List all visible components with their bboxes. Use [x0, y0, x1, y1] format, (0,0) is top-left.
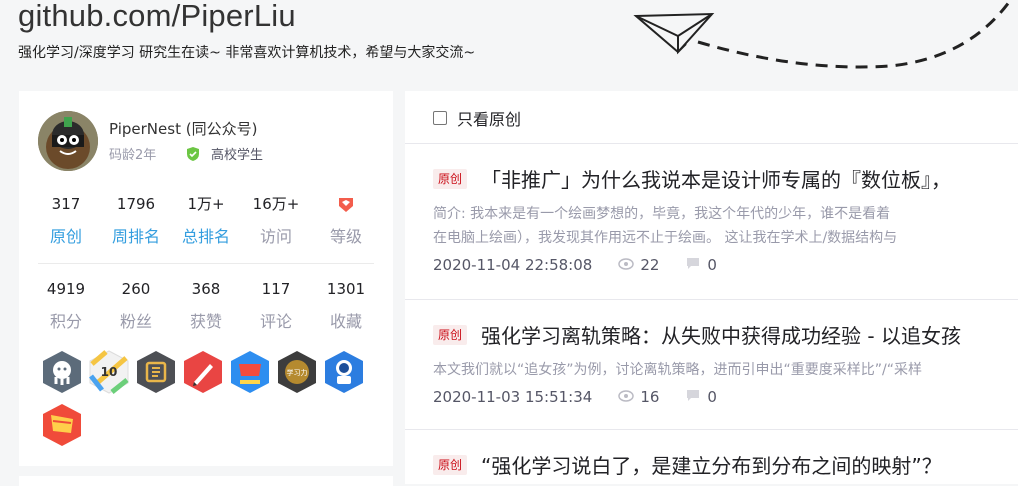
original-only-label[interactable]: 只看原创 [457, 106, 521, 130]
comment-count: 0 [707, 388, 717, 406]
stat-value: 1万+ [187, 195, 225, 213]
stat-likes: 368 获赞 [171, 278, 241, 332]
pen-badge-icon[interactable] [182, 350, 224, 394]
stat-value: 260 [121, 280, 151, 298]
stat-total-rank[interactable]: 1万+ 总排名 [171, 193, 241, 247]
stat-value: 1301 [326, 280, 366, 298]
stat-value: 117 [261, 280, 291, 298]
article-meta: 2020-11-04 22:58:08 22 0 [433, 256, 1018, 274]
view-count: 16 [640, 388, 660, 406]
stat-label: 粉丝 [119, 312, 152, 331]
eye-icon [618, 388, 635, 406]
stat-fans[interactable]: 260 粉丝 [101, 278, 171, 332]
stat-value: 4919 [46, 280, 86, 298]
verification-label: 高校学生 [211, 148, 264, 163]
site-description: 强化学习/深度学习 研究生在读~ 非常喜欢计算机技术，希望与大家交流~ [18, 45, 476, 61]
summary-line: 在电脑上绘画），我发现其作用远不止于绘画。 这让我在学术上/数据结构与 [433, 230, 898, 246]
stat-label: 积分 [49, 312, 82, 331]
avatar[interactable] [38, 111, 98, 171]
github-badge-icon[interactable] [41, 350, 83, 394]
stat-value: 16万+ [252, 195, 300, 213]
paper-plane-icon [633, 0, 1013, 69]
ranking-badge-icon[interactable] [229, 350, 271, 394]
blog-banner: github.com/PiperLiu 强化学习/深度学习 研究生在读~ 非常喜… [0, 0, 1018, 90]
article-title-row[interactable]: 原创 强化学习离轨策略：从失败中获得成功经验 - 以追女孩 [433, 320, 1018, 349]
publish-date: 2020-11-04 22:58:08 [433, 256, 593, 274]
list-divider [405, 299, 1018, 300]
stat-label: 总排名 [181, 227, 230, 246]
profile-nickname[interactable]: PiperNest (同公众号) [109, 118, 257, 139]
stat-label: 评论 [259, 312, 292, 331]
stat-favorites: 1301 收藏 [311, 278, 381, 332]
stat-comments: 117 评论 [241, 278, 311, 332]
site-title[interactable]: github.com/PiperLiu [18, 0, 296, 34]
stat-value: 368 [191, 280, 221, 298]
stats-row-primary: 317 原创 1796 周排名 1万+ 总排名 16万+ 访问 等级 [31, 193, 381, 247]
original-only-checkbox[interactable] [433, 111, 447, 125]
svg-text:10: 10 [101, 365, 118, 379]
stat-level[interactable]: 等级 [311, 193, 381, 247]
comment-icon [685, 388, 701, 406]
flag-badge-icon[interactable] [41, 403, 83, 447]
article-meta: 2020-11-03 15:51:34 16 0 [433, 388, 1018, 406]
level-icon [311, 193, 381, 215]
stat-visits: 16万+ 访问 [241, 193, 311, 247]
avatar-image [38, 111, 98, 171]
learning-badge-icon[interactable]: 学习力 [276, 350, 318, 394]
article-item[interactable]: 原创 强化学习离轨策略：从失败中获得成功经验 - 以追女孩 本文我们就以“追女孩… [433, 320, 1018, 406]
original-tag: 原创 [433, 168, 468, 189]
stats-divider [38, 263, 374, 264]
astronaut-badge-icon[interactable] [323, 350, 365, 394]
original-tag: 原创 [433, 324, 468, 345]
article-item[interactable]: 原创 「非推广」为什么我说本是设计师专属的『数位板』， 简介: 我本来是有一个绘… [433, 164, 1018, 274]
stat-value: 1796 [116, 195, 156, 213]
article-list-panel: 只看原创 原创 「非推广」为什么我说本是设计师专属的『数位板』， 简介: 我本来… [405, 91, 1018, 484]
stat-original[interactable]: 317 原创 [31, 193, 101, 247]
comment-icon [685, 256, 701, 274]
article-summary: 简介: 我本来是有一个绘画梦想的，毕竟，我这个年代的少年，谁不是看着 在电脑上绘… [433, 202, 1018, 250]
shield-check-icon [187, 146, 199, 161]
stat-label: 周排名 [111, 227, 160, 246]
code-age: 码龄2年 [109, 148, 157, 163]
blog-badge-icon[interactable] [135, 350, 177, 394]
list-divider [405, 143, 1018, 144]
publish-date: 2020-11-03 15:51:34 [433, 388, 593, 406]
view-count: 22 [640, 256, 660, 274]
comment-count: 0 [707, 256, 717, 274]
article-title[interactable]: “强化学习说白了，是建立分布到分布之间的映射”？ [481, 450, 942, 479]
stat-label: 等级 [329, 227, 362, 246]
article-item[interactable]: 原创 “强化学习说白了，是建立分布到分布之间的映射”？ [433, 450, 1018, 479]
article-title[interactable]: 「非推广」为什么我说本是设计师专属的『数位板』， [481, 164, 951, 193]
stat-points: 4919 积分 [31, 278, 101, 332]
stat-label: 获赞 [189, 312, 222, 331]
list-divider [405, 429, 1018, 430]
article-summary: 本文我们就以“追女孩”为例，讨论离轨策略，进而引申出“重要度采样比”/“采样 [433, 358, 1018, 382]
profile-card: PiperNest (同公众号) 码龄2年 高校学生 317 原创 1796 周… [19, 91, 393, 466]
next-card-edge [19, 476, 393, 486]
article-title[interactable]: 强化学习离轨策略：从失败中获得成功经验 - 以追女孩 [481, 320, 961, 349]
stat-label: 原创 [49, 227, 82, 246]
original-only-filter[interactable]: 只看原创 [433, 106, 521, 130]
verification-badge: 高校学生 [185, 144, 263, 163]
ten-years-badge-icon[interactable]: 10 [88, 350, 130, 394]
stat-label: 访问 [259, 227, 292, 246]
original-tag: 原创 [433, 454, 468, 475]
stat-weekly-rank[interactable]: 1796 周排名 [101, 193, 171, 247]
summary-line: 本文我们就以“追女孩”为例，讨论离轨策略，进而引申出“重要度采样比”/“采样 [433, 362, 922, 378]
stat-label: 收藏 [329, 312, 362, 331]
stats-row-secondary: 4919 积分 260 粉丝 368 获赞 117 评论 1301 收藏 [31, 278, 381, 332]
svg-text:学习力: 学习力 [287, 368, 308, 377]
article-title-row[interactable]: 原创 “强化学习说白了，是建立分布到分布之间的映射”？ [433, 450, 1018, 479]
stat-value: 317 [51, 195, 81, 213]
eye-icon [618, 256, 635, 274]
article-title-row[interactable]: 原创 「非推广」为什么我说本是设计师专属的『数位板』， [433, 164, 1018, 193]
summary-line: 简介: 我本来是有一个绘画梦想的，毕竟，我这个年代的少年，谁不是看着 [433, 206, 891, 222]
